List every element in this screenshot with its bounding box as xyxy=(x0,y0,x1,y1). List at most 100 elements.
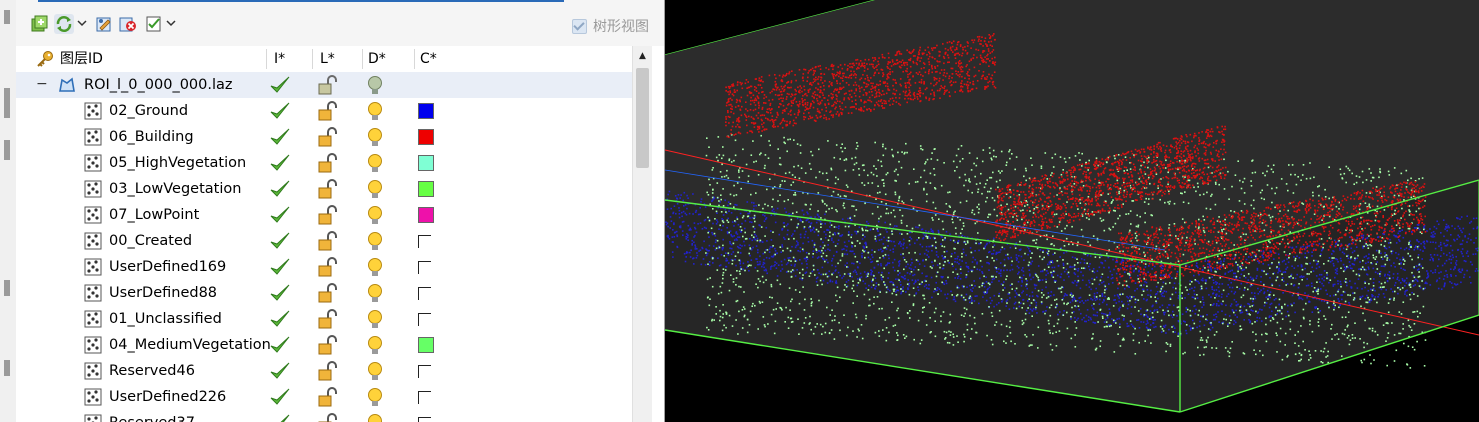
layer-color-swatch[interactable] xyxy=(418,365,431,378)
layer-row[interactable]: 05_HighVegetation xyxy=(16,150,632,176)
layer-color-swatch[interactable] xyxy=(418,129,434,145)
layer-color-swatch[interactable] xyxy=(418,261,431,274)
tree-view-label: 树形视图 xyxy=(593,19,649,35)
tree-view-checkbox[interactable] xyxy=(572,18,587,34)
bulb-on-icon[interactable] xyxy=(366,413,384,422)
add-layer-icon xyxy=(31,15,48,32)
bulb-on-icon[interactable] xyxy=(366,283,384,305)
layer-color-swatch[interactable] xyxy=(418,417,431,422)
lock-open-icon[interactable] xyxy=(316,127,338,147)
layer-color-swatch[interactable] xyxy=(418,103,434,119)
scroll-thumb[interactable] xyxy=(636,68,649,168)
layer-row[interactable]: 03_LowVegetation xyxy=(16,176,632,202)
bulb-on-icon[interactable] xyxy=(366,153,384,175)
scroll-up-icon[interactable]: ▲ xyxy=(633,46,652,65)
point-cloud-canvas[interactable] xyxy=(665,0,1479,422)
layer-row[interactable]: 06_Building xyxy=(16,124,632,150)
chevron-down-icon[interactable] xyxy=(166,18,176,28)
layer-row[interactable]: Reserved46 xyxy=(16,358,632,384)
layer-name: 06_Building xyxy=(109,129,194,145)
layer-row[interactable]: UserDefined88 xyxy=(16,280,632,306)
check-icon[interactable] xyxy=(268,309,292,329)
lock-open-icon[interactable] xyxy=(316,361,338,381)
lock-open-icon[interactable] xyxy=(316,231,338,251)
check-icon[interactable] xyxy=(268,75,292,95)
layer-name: 05_HighVegetation xyxy=(109,155,247,171)
bulb-on-icon[interactable] xyxy=(366,309,384,331)
bulb-on-icon[interactable] xyxy=(366,205,384,227)
lock-open-icon[interactable] xyxy=(316,309,338,329)
check-icon[interactable] xyxy=(268,257,292,277)
point-layer-icon xyxy=(84,388,102,406)
bulb-on-icon[interactable] xyxy=(366,101,384,123)
point-layer-icon xyxy=(84,154,102,172)
add-layer-button[interactable] xyxy=(30,14,50,34)
layer-color-swatch[interactable] xyxy=(418,313,431,326)
collapse-toggle[interactable]: − xyxy=(36,72,48,98)
bulb-on-icon[interactable] xyxy=(366,179,384,201)
column-i[interactable]: I* xyxy=(274,46,285,72)
check-icon[interactable] xyxy=(268,283,292,303)
lock-open-icon[interactable] xyxy=(316,101,338,121)
root-layer-row[interactable]: − ROI_l_0_000_000.laz xyxy=(16,72,632,98)
lock-open-icon[interactable] xyxy=(316,283,338,303)
point-cloud-3d-view[interactable] xyxy=(665,0,1479,422)
lock-open-icon[interactable] xyxy=(316,413,338,422)
layer-row[interactable]: UserDefined226 xyxy=(16,384,632,410)
point-layer-icon xyxy=(84,180,102,198)
layer-name: UserDefined169 xyxy=(109,259,227,275)
layer-color-swatch[interactable] xyxy=(418,155,434,171)
check-icon[interactable] xyxy=(268,205,292,225)
lock-open-icon[interactable] xyxy=(316,153,338,173)
column-l[interactable]: L* xyxy=(320,46,335,72)
bulb-on-icon[interactable] xyxy=(366,127,384,149)
check-icon[interactable] xyxy=(268,153,292,173)
layer-table-header: 图层ID I* L* D* C* xyxy=(16,46,632,72)
bulb-on-icon[interactable] xyxy=(366,257,384,279)
check-icon[interactable] xyxy=(268,127,292,147)
check-icon[interactable] xyxy=(268,361,292,381)
bulb-on-icon[interactable] xyxy=(366,387,384,409)
layer-color-swatch[interactable] xyxy=(418,287,431,300)
lock-open-icon[interactable] xyxy=(316,257,338,277)
layer-row[interactable]: 00_Created xyxy=(16,228,632,254)
column-layer-id[interactable]: 图层ID xyxy=(60,46,103,72)
check-icon[interactable] xyxy=(268,387,292,407)
layer-color-swatch[interactable] xyxy=(418,235,431,248)
layer-row[interactable]: 04_MediumVegetation xyxy=(16,332,632,358)
layer-color-swatch[interactable] xyxy=(418,391,431,404)
lock-open-icon[interactable] xyxy=(316,335,338,355)
layer-row[interactable]: 01_Unclassified xyxy=(16,306,632,332)
layer-color-swatch[interactable] xyxy=(418,207,434,223)
layer-color-swatch[interactable] xyxy=(418,337,434,353)
refresh-button[interactable] xyxy=(54,14,74,34)
layer-row[interactable]: 02_Ground xyxy=(16,98,632,124)
bulb-on-icon[interactable] xyxy=(366,231,384,253)
check-icon[interactable] xyxy=(268,179,292,199)
layer-row[interactable]: UserDefined169 xyxy=(16,254,632,280)
bulb-on-icon[interactable] xyxy=(366,361,384,383)
lock-open-icon[interactable] xyxy=(316,179,338,199)
lock-open-icon[interactable] xyxy=(316,387,338,407)
bulb-off-icon[interactable] xyxy=(366,75,384,97)
check-icon[interactable] xyxy=(268,101,292,121)
remove-layer-button[interactable] xyxy=(118,14,138,34)
lock-open-icon[interactable] xyxy=(316,205,338,225)
column-d[interactable]: D* xyxy=(368,46,386,72)
layer-toolbar: 树形视图 xyxy=(16,0,664,46)
check-icon[interactable] xyxy=(268,231,292,251)
bulb-on-icon[interactable] xyxy=(366,335,384,357)
layer-scrollbar[interactable]: ▲ xyxy=(632,46,652,422)
chevron-down-icon[interactable] xyxy=(77,18,87,28)
tree-view-toggle[interactable]: 树形视图 xyxy=(572,16,649,36)
point-layer-icon xyxy=(84,336,102,354)
lock-open-icon[interactable] xyxy=(316,75,338,95)
column-c[interactable]: C* xyxy=(420,46,437,72)
layer-row[interactable]: Reserved37 xyxy=(16,410,632,422)
layer-row[interactable]: 07_LowPoint xyxy=(16,202,632,228)
check-icon[interactable] xyxy=(268,413,292,422)
edit-layer-button[interactable] xyxy=(94,14,114,34)
properties-button[interactable] xyxy=(144,14,164,34)
layer-color-swatch[interactable] xyxy=(418,181,434,197)
check-icon[interactable] xyxy=(268,335,292,355)
